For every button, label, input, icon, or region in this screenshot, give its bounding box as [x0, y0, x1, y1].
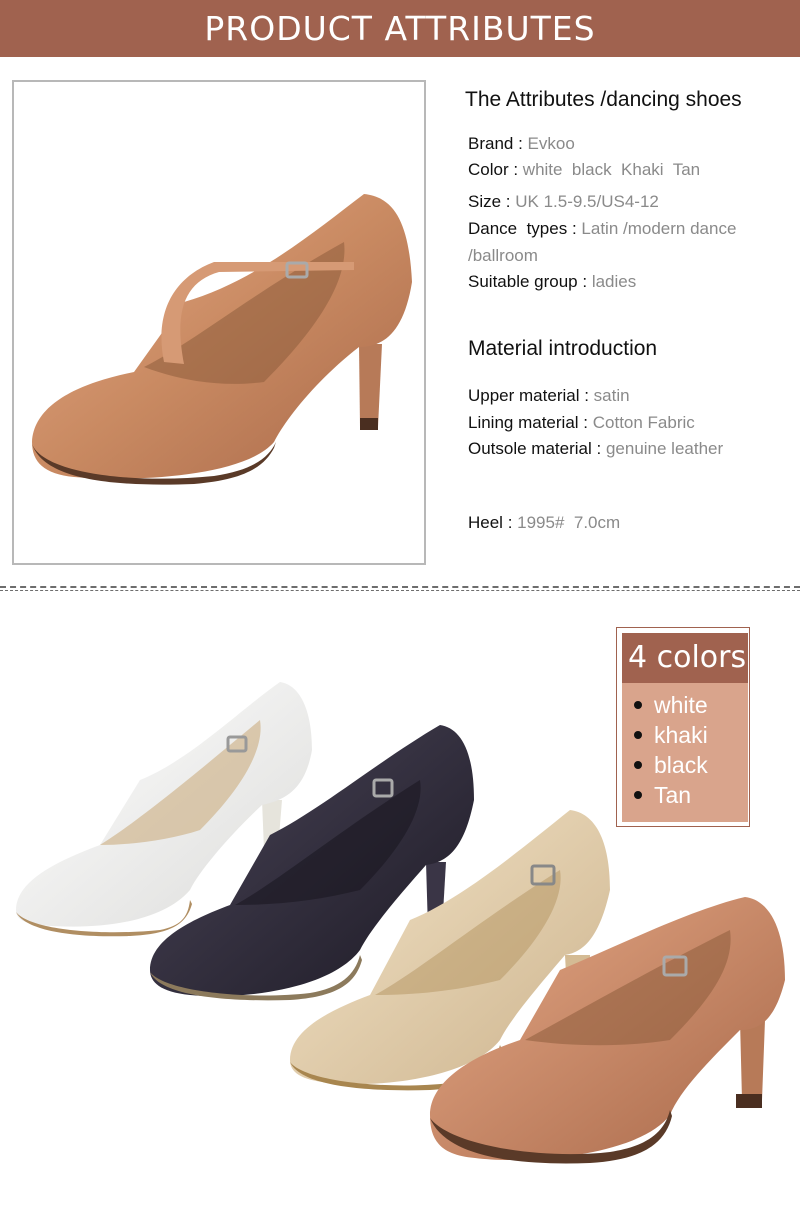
color-option-white: white: [634, 690, 708, 720]
size-row: Size : UK 1.5-9.5/US4-12: [468, 192, 659, 211]
color-value: white black Khaki Tan: [522, 160, 701, 179]
lining-value: Cotton Fabric: [592, 413, 695, 432]
color-option-tan: Tan: [634, 780, 691, 810]
color-label: Color: [468, 160, 509, 179]
attributes-title: The Attributes /dancing shoes: [465, 88, 742, 111]
color-option-khaki: khaki: [634, 720, 708, 750]
brand-row: Brand : Evkoo: [468, 134, 575, 153]
size-value: UK 1.5-9.5/US4-12: [515, 192, 659, 211]
dance-types-row: Dance types : Latin /modern dance: [468, 219, 737, 238]
lining-label: Lining material: [468, 413, 579, 432]
lining-row: Lining material : Cotton Fabric: [468, 413, 695, 432]
outsole-row: Outsole material : genuine leather: [468, 439, 724, 458]
bullet-icon: [634, 730, 642, 739]
color-row: Color : white black Khaki Tan: [468, 160, 701, 179]
upper-row: Upper material : satin: [468, 386, 630, 405]
size-label: Size: [468, 192, 502, 211]
tan-shoe-image: [32, 194, 412, 485]
color-option-label: black: [654, 752, 708, 778]
main-product-photo: [12, 80, 426, 565]
heel-label: Heel: [468, 513, 503, 532]
bullet-icon: [634, 700, 642, 709]
bullet-icon: [634, 790, 642, 799]
color-option-black: black: [634, 750, 708, 780]
brand-label: Brand: [468, 134, 514, 153]
brand-value: Evkoo: [527, 134, 575, 153]
section-divider: [0, 586, 800, 588]
dance-types-label: Dance types: [468, 219, 568, 238]
outsole-label: Outsole material: [468, 439, 592, 458]
group-row: Suitable group : ladies: [468, 272, 637, 291]
color-option-label: khaki: [654, 722, 708, 748]
heel-value: 1995# 7.0cm: [517, 513, 621, 532]
section-divider-inner: [0, 590, 800, 591]
color-option-label: white: [654, 692, 708, 718]
heel-row: Heel : 1995# 7.0cm: [468, 513, 621, 532]
group-label: Suitable group: [468, 272, 578, 291]
color-option-label: Tan: [654, 782, 692, 808]
bullet-icon: [634, 760, 642, 769]
dance-types-value: Latin /modern dance: [581, 219, 737, 238]
outsole-value: genuine leather: [605, 439, 724, 458]
upper-value: satin: [593, 386, 630, 405]
upper-label: Upper material: [468, 386, 580, 405]
header-banner: PRODUCT ATTRIBUTES: [0, 0, 800, 57]
group-value: ladies: [591, 272, 637, 291]
colors-panel-title: 4 colors: [622, 633, 748, 683]
dance-types-row-cont: /ballroom: [468, 243, 538, 269]
dance-types-value-cont: /ballroom: [468, 246, 538, 265]
material-title: Material introduction: [468, 337, 658, 360]
banner-title: PRODUCT ATTRIBUTES: [204, 9, 596, 48]
